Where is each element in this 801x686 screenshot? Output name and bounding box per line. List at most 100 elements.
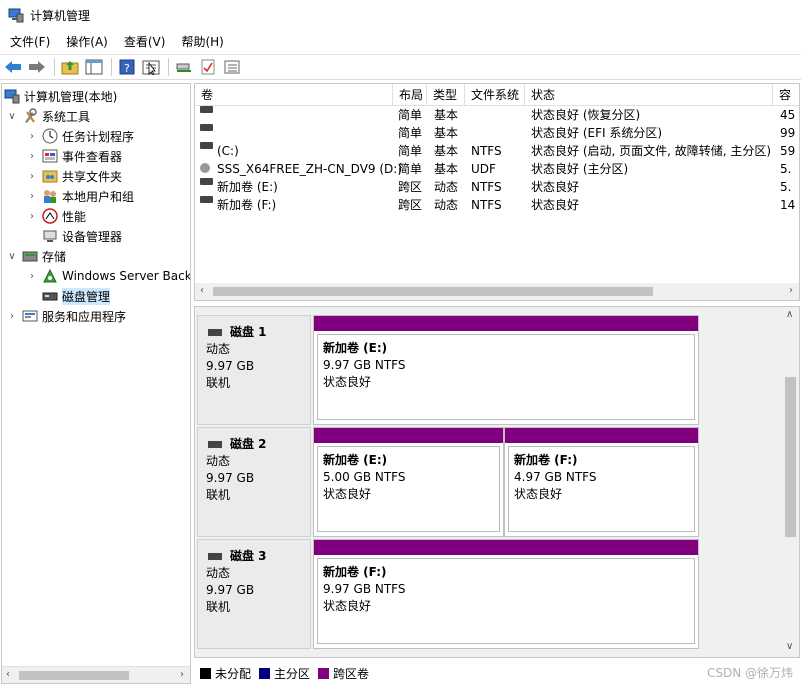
show-tree-icon[interactable] [83,56,105,78]
device-manager-icon [42,228,58,244]
column-header-type[interactable]: 类型 [427,84,465,106]
partition[interactable]: 新加卷 (E:) 9.97 GB NTFS 状态良好 [313,315,699,425]
chevron-right-icon[interactable]: › [26,150,38,162]
chevron-down-icon[interactable]: ∨ [6,250,18,262]
users-icon [42,188,58,204]
volume-capacity: 59 [780,144,796,158]
volume-row[interactable]: 新加卷 (F:) 跨区 动态 NTFS 状态良好 14 [195,196,799,214]
volume-list-horizontal-scrollbar[interactable]: ‹ › [195,283,799,300]
scroll-down-icon[interactable]: ∨ [786,641,793,652]
tree-item-task-scheduler[interactable]: › 任务计划程序 [26,126,134,146]
tree-item-windows-server-backup[interactable]: › Windows Server Back [26,266,191,286]
tree-label: 系统工具 [42,109,91,124]
chevron-right-icon[interactable]: › [26,270,38,282]
connect-icon[interactable] [173,56,195,78]
disk-view-vertical-scrollbar[interactable]: ∧ ∨ [782,307,799,657]
disk-info[interactable]: 磁盘 1 动态 9.97 GB 联机 [197,315,311,425]
forward-arrow-icon[interactable] [26,56,48,78]
volume-row[interactable]: (C:) 简单 基本 NTFS 状态良好 (启动, 页面文件, 故障转储, 主分… [195,142,799,160]
menu-help[interactable]: 帮助(H) [175,31,229,53]
column-header-capacity[interactable]: 容 [773,84,799,106]
menu-action[interactable]: 操作(A) [60,31,114,53]
window-title: 计算机管理 [30,8,91,23]
volume-fs: NTFS [471,180,502,194]
tree-horizontal-scrollbar[interactable]: ‹ › [2,666,190,683]
tree-item-performance[interactable]: › 性能 [26,206,86,226]
disk-info[interactable]: 磁盘 2 动态 9.97 GB 联机 [197,427,311,537]
partition-name: 新加卷 (E:) [323,453,388,467]
scrollbar-thumb[interactable] [785,377,796,537]
volume-row[interactable]: SSS_X64FREE_ZH-CN_DV9 (D:) 简单 基本 UDF 状态良… [195,160,799,178]
scrollbar-thumb[interactable] [213,287,653,296]
column-header-status[interactable]: 状态 [525,84,773,106]
volume-layout: 跨区 [398,198,423,212]
list-view-icon[interactable] [221,56,243,78]
tree-item-device-manager[interactable]: 设备管理器 [42,226,122,246]
volume-row[interactable]: 简单 基本 状态良好 (EFI 系统分区) 99 [195,124,799,142]
scroll-right-icon[interactable]: › [789,285,793,296]
volume-icon [200,106,213,113]
volume-layout: 简单 [398,144,423,158]
volume-fs: NTFS [471,198,502,212]
volume-row[interactable]: 新加卷 (E:) 跨区 动态 NTFS 状态良好 5. [195,178,799,196]
navigation-tree: 计算机管理(本地) ∨ 系统工具 › 任务计划程序 › 事件查看器 › 共享文件… [1,83,191,684]
partition[interactable]: 新加卷 (F:) 4.97 GB NTFS 状态良好 [504,427,699,537]
toolbar-separator [111,58,112,76]
disk-type: 动态 [206,342,231,356]
disk-icon [208,553,222,560]
spanned-volume-bar [314,428,503,443]
chevron-right-icon[interactable]: › [26,130,38,142]
column-header-volume[interactable]: 卷 [195,84,393,106]
scroll-left-icon[interactable]: ‹ [6,669,10,680]
computer-management-icon [8,7,24,23]
disk-icon [208,441,222,448]
spanned-volume-bar [314,316,698,331]
tree-item-disk-management[interactable]: 磁盘管理 [42,286,111,306]
chevron-right-icon[interactable]: › [26,170,38,182]
scroll-left-icon[interactable]: ‹ [200,285,204,296]
disk-size: 9.97 GB [206,471,255,485]
tree-label: 任务计划程序 [62,129,135,144]
tree-item-shared-folders[interactable]: › 共享文件夹 [26,166,122,186]
disk-row: 磁盘 3 动态 9.97 GB 联机 新加卷 (F:) 9.97 GB NTFS… [197,539,699,649]
chevron-right-icon[interactable]: › [6,310,18,322]
tools-icon [22,108,38,124]
chevron-right-icon[interactable]: › [26,190,38,202]
column-header-layout[interactable]: 布局 [393,84,427,106]
tree-label: 服务和应用程序 [42,309,127,324]
back-arrow-icon[interactable] [2,56,24,78]
menu-view[interactable]: 查看(V) [118,31,172,53]
partition[interactable]: 新加卷 (F:) 9.97 GB NTFS 状态良好 [313,539,699,649]
disk-size: 9.97 GB [206,583,255,597]
volume-icon [200,196,213,203]
tree-item-storage[interactable]: ∨ 存储 [6,246,66,266]
volume-name: 新加卷 (E:) [217,180,278,194]
tree-item-system-tools[interactable]: ∨ 系统工具 [6,106,90,126]
properties-icon[interactable] [140,56,162,78]
volume-row[interactable]: 简单 基本 状态良好 (恢复分区) 45 [195,106,799,124]
menu-file[interactable]: 文件(F) [4,31,56,53]
disk-info[interactable]: 磁盘 3 动态 9.97 GB 联机 [197,539,311,649]
scrollbar-thumb[interactable] [19,671,129,680]
clock-icon [42,128,58,144]
disk-type: 动态 [206,566,231,580]
scroll-up-icon[interactable]: ∧ [786,309,793,320]
partition[interactable]: 新加卷 (E:) 5.00 GB NTFS 状态良好 [313,427,504,537]
disk-name: 磁盘 1 [230,325,267,339]
help-icon[interactable]: ? [116,56,138,78]
tree-item-event-viewer[interactable]: › 事件查看器 [26,146,122,166]
chevron-right-icon[interactable]: › [26,210,38,222]
tree-item-root[interactable]: 计算机管理(本地) [4,86,117,106]
scroll-right-icon[interactable]: › [180,669,184,680]
chevron-down-icon[interactable]: ∨ [6,110,18,122]
column-header-filesystem[interactable]: 文件系统 [465,84,525,106]
up-folder-icon[interactable] [59,56,81,78]
tree-item-local-users[interactable]: › 本地用户和组 [26,186,134,206]
disk-management-icon [42,288,58,304]
partition-size: 4.97 GB NTFS [514,470,597,484]
checklist-icon[interactable] [197,56,219,78]
partition-size: 5.00 GB NTFS [323,470,406,484]
tree-label: Windows Server Back [62,269,191,283]
tree-item-services-apps[interactable]: › 服务和应用程序 [6,306,126,326]
toolbar-separator [168,58,169,76]
